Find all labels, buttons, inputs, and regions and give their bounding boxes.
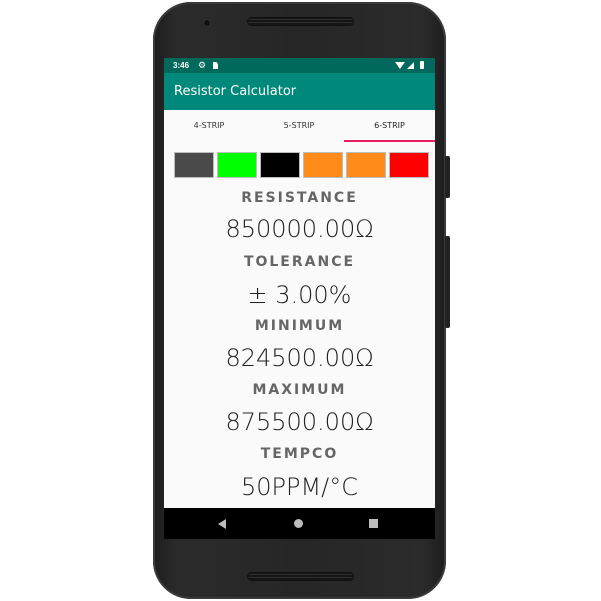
color-strip-3[interactable] [260,152,300,178]
front-camera [204,20,210,26]
battery-icon [420,61,424,69]
tempco-label: TEMPCO [260,446,339,462]
status-time: 3:46 [173,61,190,70]
color-strip-2[interactable] [217,152,257,178]
app-bar: Resistor Calculator [164,73,435,110]
resistance-value: 850000.00Ω [225,215,374,243]
navigation-bar [164,508,435,539]
power-button [445,156,450,198]
color-strip-6[interactable] [389,152,429,178]
bottom-speaker-grille [247,572,354,581]
sd-card-icon [213,62,218,69]
back-icon[interactable] [218,519,226,529]
resistance-label: RESISTANCE [241,190,358,206]
app-title: Resistor Calculator [174,84,297,99]
color-strip-4[interactable] [303,152,343,178]
tempco-value: 50PPM/°C [240,473,359,501]
app-screen: 3:46 ⚙ Resistor Calculator 4-STRIP 5-STR… [164,58,435,539]
tolerance-value: ± 3.00% [247,281,352,309]
volume-button [445,236,450,328]
home-icon[interactable] [294,519,303,528]
maximum-value: 875500.00Ω [225,408,374,436]
status-bar: 3:46 ⚙ [164,58,435,73]
top-speaker-grille [247,17,354,26]
color-strip-5[interactable] [346,152,386,178]
recents-icon[interactable] [369,519,378,528]
color-strip-row [174,152,430,178]
tab-bar: 4-STRIP 5-STRIP 6-STRIP [164,110,435,142]
maximum-label: MAXIMUM [252,382,347,398]
tolerance-label: TOLERANCE [243,254,356,270]
tab-6-strip[interactable]: 6-STRIP [344,110,435,142]
color-strip-1[interactable] [174,152,214,178]
tab-5-strip[interactable]: 5-STRIP [254,110,344,142]
tab-4-strip[interactable]: 4-STRIP [164,110,254,142]
wifi-icon [395,62,405,69]
gear-icon: ⚙ [198,60,207,70]
signal-icon [407,62,414,69]
tab-selected-indicator [344,140,435,142]
minimum-label: MINIMUM [254,318,345,334]
minimum-value: 824500.00Ω [225,344,374,372]
